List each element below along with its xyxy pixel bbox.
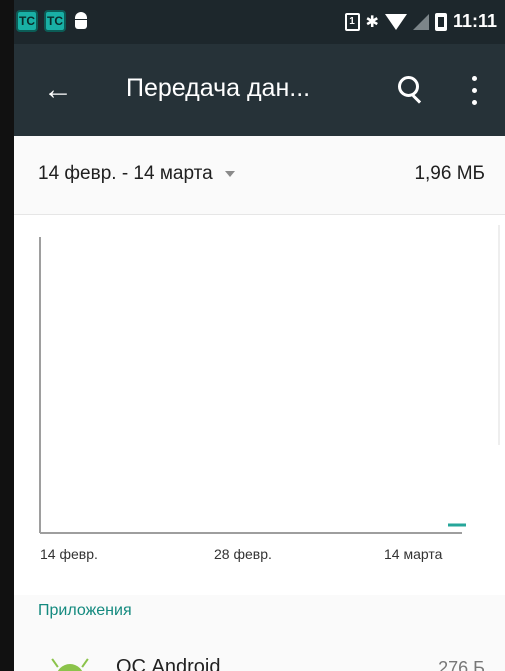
device-bezel bbox=[0, 0, 14, 671]
x-tick-label: 28 февр. bbox=[214, 546, 272, 562]
back-arrow-icon[interactable]: ← bbox=[40, 72, 76, 108]
page-title: Передача дан... bbox=[126, 74, 311, 102]
system-icons: 1 ✱ 11:11 bbox=[344, 11, 497, 32]
bluetooth-icon: ✱ bbox=[365, 13, 379, 31]
total-usage: 1,96 МБ bbox=[414, 163, 485, 184]
x-tick-label: 14 февр. bbox=[40, 546, 98, 562]
usage-chart[interactable]: 14 февр. 28 февр. 14 марта bbox=[14, 215, 505, 595]
dropdown-arrow-icon bbox=[224, 171, 235, 177]
clock: 11:11 bbox=[452, 11, 497, 31]
apps-section-header: Приложения bbox=[38, 602, 132, 619]
app-bar: ← Передача дан... bbox=[14, 44, 505, 136]
cycle-selector-row[interactable]: 14 февр. - 14 марта 1,96 МБ bbox=[14, 136, 505, 215]
signal-icon bbox=[412, 13, 429, 30]
more-vert-icon[interactable] bbox=[462, 72, 486, 108]
tc-app-icon: TC bbox=[44, 10, 66, 32]
x-tick-label: 14 марта bbox=[384, 546, 443, 562]
app-name: ОС Android bbox=[116, 656, 221, 671]
tc-app-icon: TC bbox=[16, 10, 38, 32]
notification-icons: TC TC bbox=[16, 10, 90, 32]
android-debug-icon bbox=[72, 10, 90, 32]
wifi-icon bbox=[384, 13, 407, 30]
sim-icon: 1 bbox=[344, 12, 360, 31]
screen: TC TC 1 ✱ 11:11 ← Передача дан... 14 фев… bbox=[14, 0, 505, 671]
date-range-dropdown[interactable]: 14 февр. - 14 марта bbox=[38, 163, 235, 185]
app-usage: 276 Б bbox=[438, 658, 485, 671]
search-icon[interactable] bbox=[396, 74, 428, 106]
chart-canvas bbox=[39, 225, 500, 534]
status-bar: TC TC 1 ✱ 11:11 bbox=[14, 0, 505, 44]
battery-icon bbox=[434, 12, 447, 31]
android-icon bbox=[51, 658, 89, 671]
date-range-label: 14 февр. - 14 марта bbox=[38, 163, 213, 184]
app-list-item[interactable]: ОС Android 276 Б bbox=[14, 642, 505, 671]
